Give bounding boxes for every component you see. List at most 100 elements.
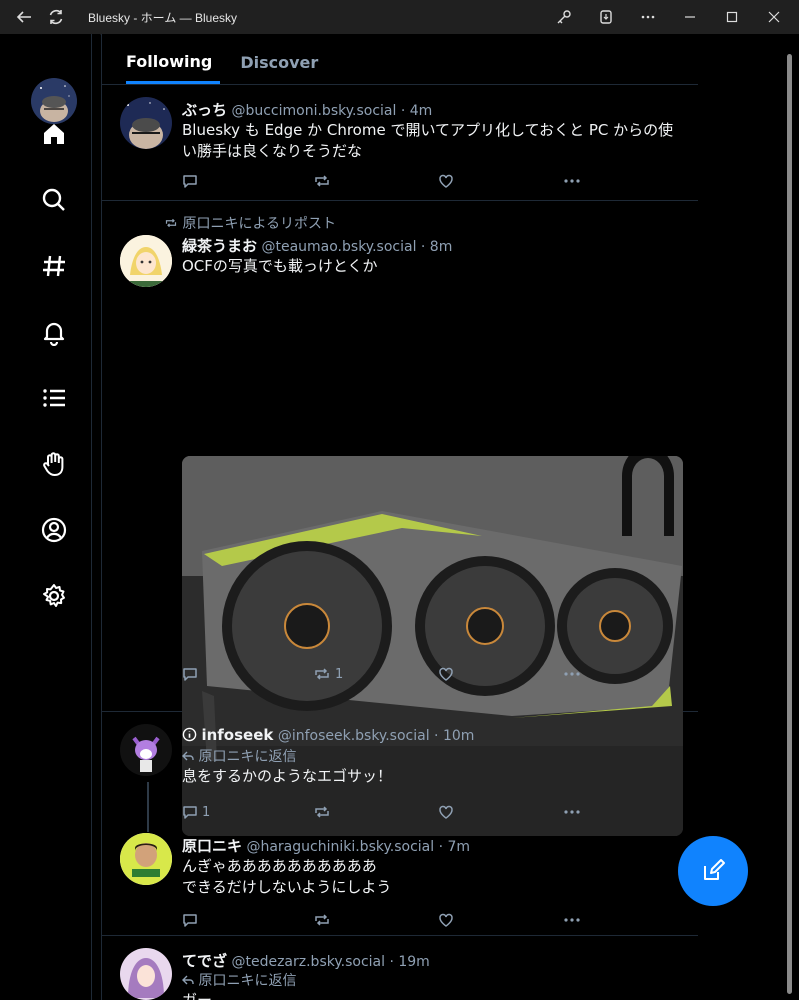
repost-icon	[315, 806, 329, 818]
reply-icon	[183, 914, 197, 927]
reply-count: 1	[202, 804, 211, 820]
feed-post[interactable]: てでざ @tedezarz.bsky.social · 19m 原口ニキに返信 …	[102, 936, 698, 1000]
minimize-icon[interactable]	[669, 0, 711, 34]
post-time: · 7m	[438, 839, 471, 855]
author-name[interactable]: ぶっち	[182, 101, 227, 119]
compose-button[interactable]	[678, 836, 748, 906]
key-icon[interactable]	[543, 0, 585, 34]
like-button[interactable]	[438, 910, 454, 930]
post-avatar[interactable]	[120, 235, 172, 287]
scrollbar[interactable]	[784, 40, 794, 996]
more-icon	[564, 918, 580, 922]
reply-icon	[183, 668, 197, 681]
author-handle[interactable]: @teaumao.bsky.social	[261, 239, 416, 255]
reply-arrow-icon	[182, 751, 194, 761]
post-actions: 1	[182, 802, 582, 822]
heart-icon	[439, 174, 453, 188]
post-actions	[182, 171, 582, 191]
author-name[interactable]: 緑茶うまお	[182, 237, 257, 255]
repost-icon	[315, 668, 329, 680]
reply-arrow-icon	[182, 975, 194, 985]
post-text: OCFの写真でも載っけとくか	[182, 257, 378, 275]
settings-icon[interactable]	[38, 580, 70, 612]
more-icon	[564, 810, 580, 814]
thread-connector	[147, 782, 149, 832]
repost-button[interactable]	[313, 802, 331, 822]
lists-icon[interactable]	[38, 382, 70, 414]
feed[interactable]: Following Discover ぶっち @buccimoni.bsky.s…	[101, 34, 699, 1000]
tab-following[interactable]: Following	[126, 52, 221, 84]
more-icon	[564, 672, 580, 676]
repost-icon	[315, 175, 329, 187]
post-avatar[interactable]	[120, 97, 172, 149]
author-name[interactable]: 原口ニキ	[182, 837, 242, 855]
reply-button[interactable]	[182, 910, 198, 930]
info-icon	[182, 727, 197, 742]
notifications-icon[interactable]	[38, 316, 70, 348]
home-icon[interactable]	[38, 118, 70, 150]
author-handle[interactable]: @haraguchiniki.bsky.social	[246, 839, 434, 855]
post-more-button[interactable]	[563, 802, 581, 822]
reply-to-indicator[interactable]: 原口ニキに返信	[182, 746, 296, 766]
repost-indicator[interactable]: 原口ニキによるリポスト	[164, 213, 336, 233]
author-handle[interactable]: @tedezarz.bsky.social	[231, 954, 385, 970]
profile-icon[interactable]	[38, 514, 70, 546]
sidebar-divider	[91, 34, 92, 1000]
post-more-button[interactable]	[563, 171, 581, 191]
close-icon[interactable]	[753, 0, 795, 34]
more-options-icon[interactable]	[627, 0, 669, 34]
reply-to-indicator[interactable]: 原口ニキに返信	[182, 970, 296, 990]
repost-button[interactable]	[313, 910, 331, 930]
post-text: んぎゃああああああああああ できるだけしないようにしよう	[182, 856, 682, 898]
like-button[interactable]	[438, 171, 454, 191]
moderation-icon[interactable]	[38, 448, 70, 480]
reply-to-label: 原口ニキに返信	[198, 749, 297, 765]
scrollbar-thumb[interactable]	[787, 54, 792, 994]
post-more-button[interactable]	[563, 664, 581, 684]
author-handle[interactable]: @buccimoni.bsky.social	[231, 103, 396, 119]
post-header: 緑茶うまお @teaumao.bsky.social · 8m	[182, 235, 452, 256]
post-text: ガー	[182, 991, 213, 1000]
search-icon[interactable]	[38, 184, 70, 216]
repost-button[interactable]	[313, 171, 331, 191]
reply-icon	[183, 175, 197, 188]
compose-icon	[704, 859, 725, 880]
author-name[interactable]: infoseek	[201, 726, 273, 744]
more-icon	[564, 179, 580, 183]
post-text: 息をするかのようなエゴサッ！	[182, 767, 393, 785]
maximize-icon[interactable]	[711, 0, 753, 34]
feed-post[interactable]: 原口ニキによるリポスト 緑茶うまお @teaumao.bsky.social ·…	[102, 201, 698, 836]
post-header: ぶっち @buccimoni.bsky.social · 4m	[182, 99, 432, 120]
heart-icon	[439, 913, 453, 927]
feed-thread[interactable]: infoseek @infoseek.bsky.social · 10m 原口ニ…	[102, 712, 698, 936]
post-time: · 19m	[389, 954, 430, 970]
reply-button[interactable]	[182, 171, 198, 191]
post-time: · 10m	[434, 728, 475, 744]
post-avatar[interactable]	[120, 833, 172, 885]
author-handle[interactable]: @infoseek.bsky.social	[278, 728, 430, 744]
like-button[interactable]	[438, 664, 454, 684]
tab-discover[interactable]: Discover	[240, 53, 326, 84]
hashtag-icon[interactable]	[38, 250, 70, 282]
reply-button[interactable]	[182, 664, 198, 684]
feed-post[interactable]: ぶっち @buccimoni.bsky.social · 4m Bluesky …	[102, 85, 698, 201]
post-header: infoseek @infoseek.bsky.social · 10m	[182, 726, 474, 744]
like-button[interactable]	[438, 802, 454, 822]
reply-to-label: 原口ニキに返信	[198, 973, 297, 989]
post-avatar[interactable]	[120, 724, 172, 776]
repost-icon	[315, 914, 329, 926]
post-header: てでざ @tedezarz.bsky.social · 19m	[182, 950, 430, 971]
post-time: · 8m	[420, 239, 453, 255]
repost-button[interactable]: 1	[313, 664, 343, 684]
post-more-button[interactable]	[563, 910, 581, 930]
app-install-icon[interactable]	[585, 0, 627, 34]
post-text-line: んぎゃああああああああああ	[182, 857, 377, 875]
reply-button[interactable]: 1	[182, 802, 210, 822]
refresh-icon[interactable]	[40, 0, 72, 34]
post-header: 原口ニキ @haraguchiniki.bsky.social · 7m	[182, 835, 470, 856]
back-icon[interactable]	[8, 0, 40, 34]
repost-count: 1	[335, 666, 344, 682]
post-avatar[interactable]	[120, 948, 172, 1000]
author-name[interactable]: てでざ	[182, 952, 227, 970]
window-title: Bluesky - ホーム — Bluesky	[88, 10, 238, 25]
